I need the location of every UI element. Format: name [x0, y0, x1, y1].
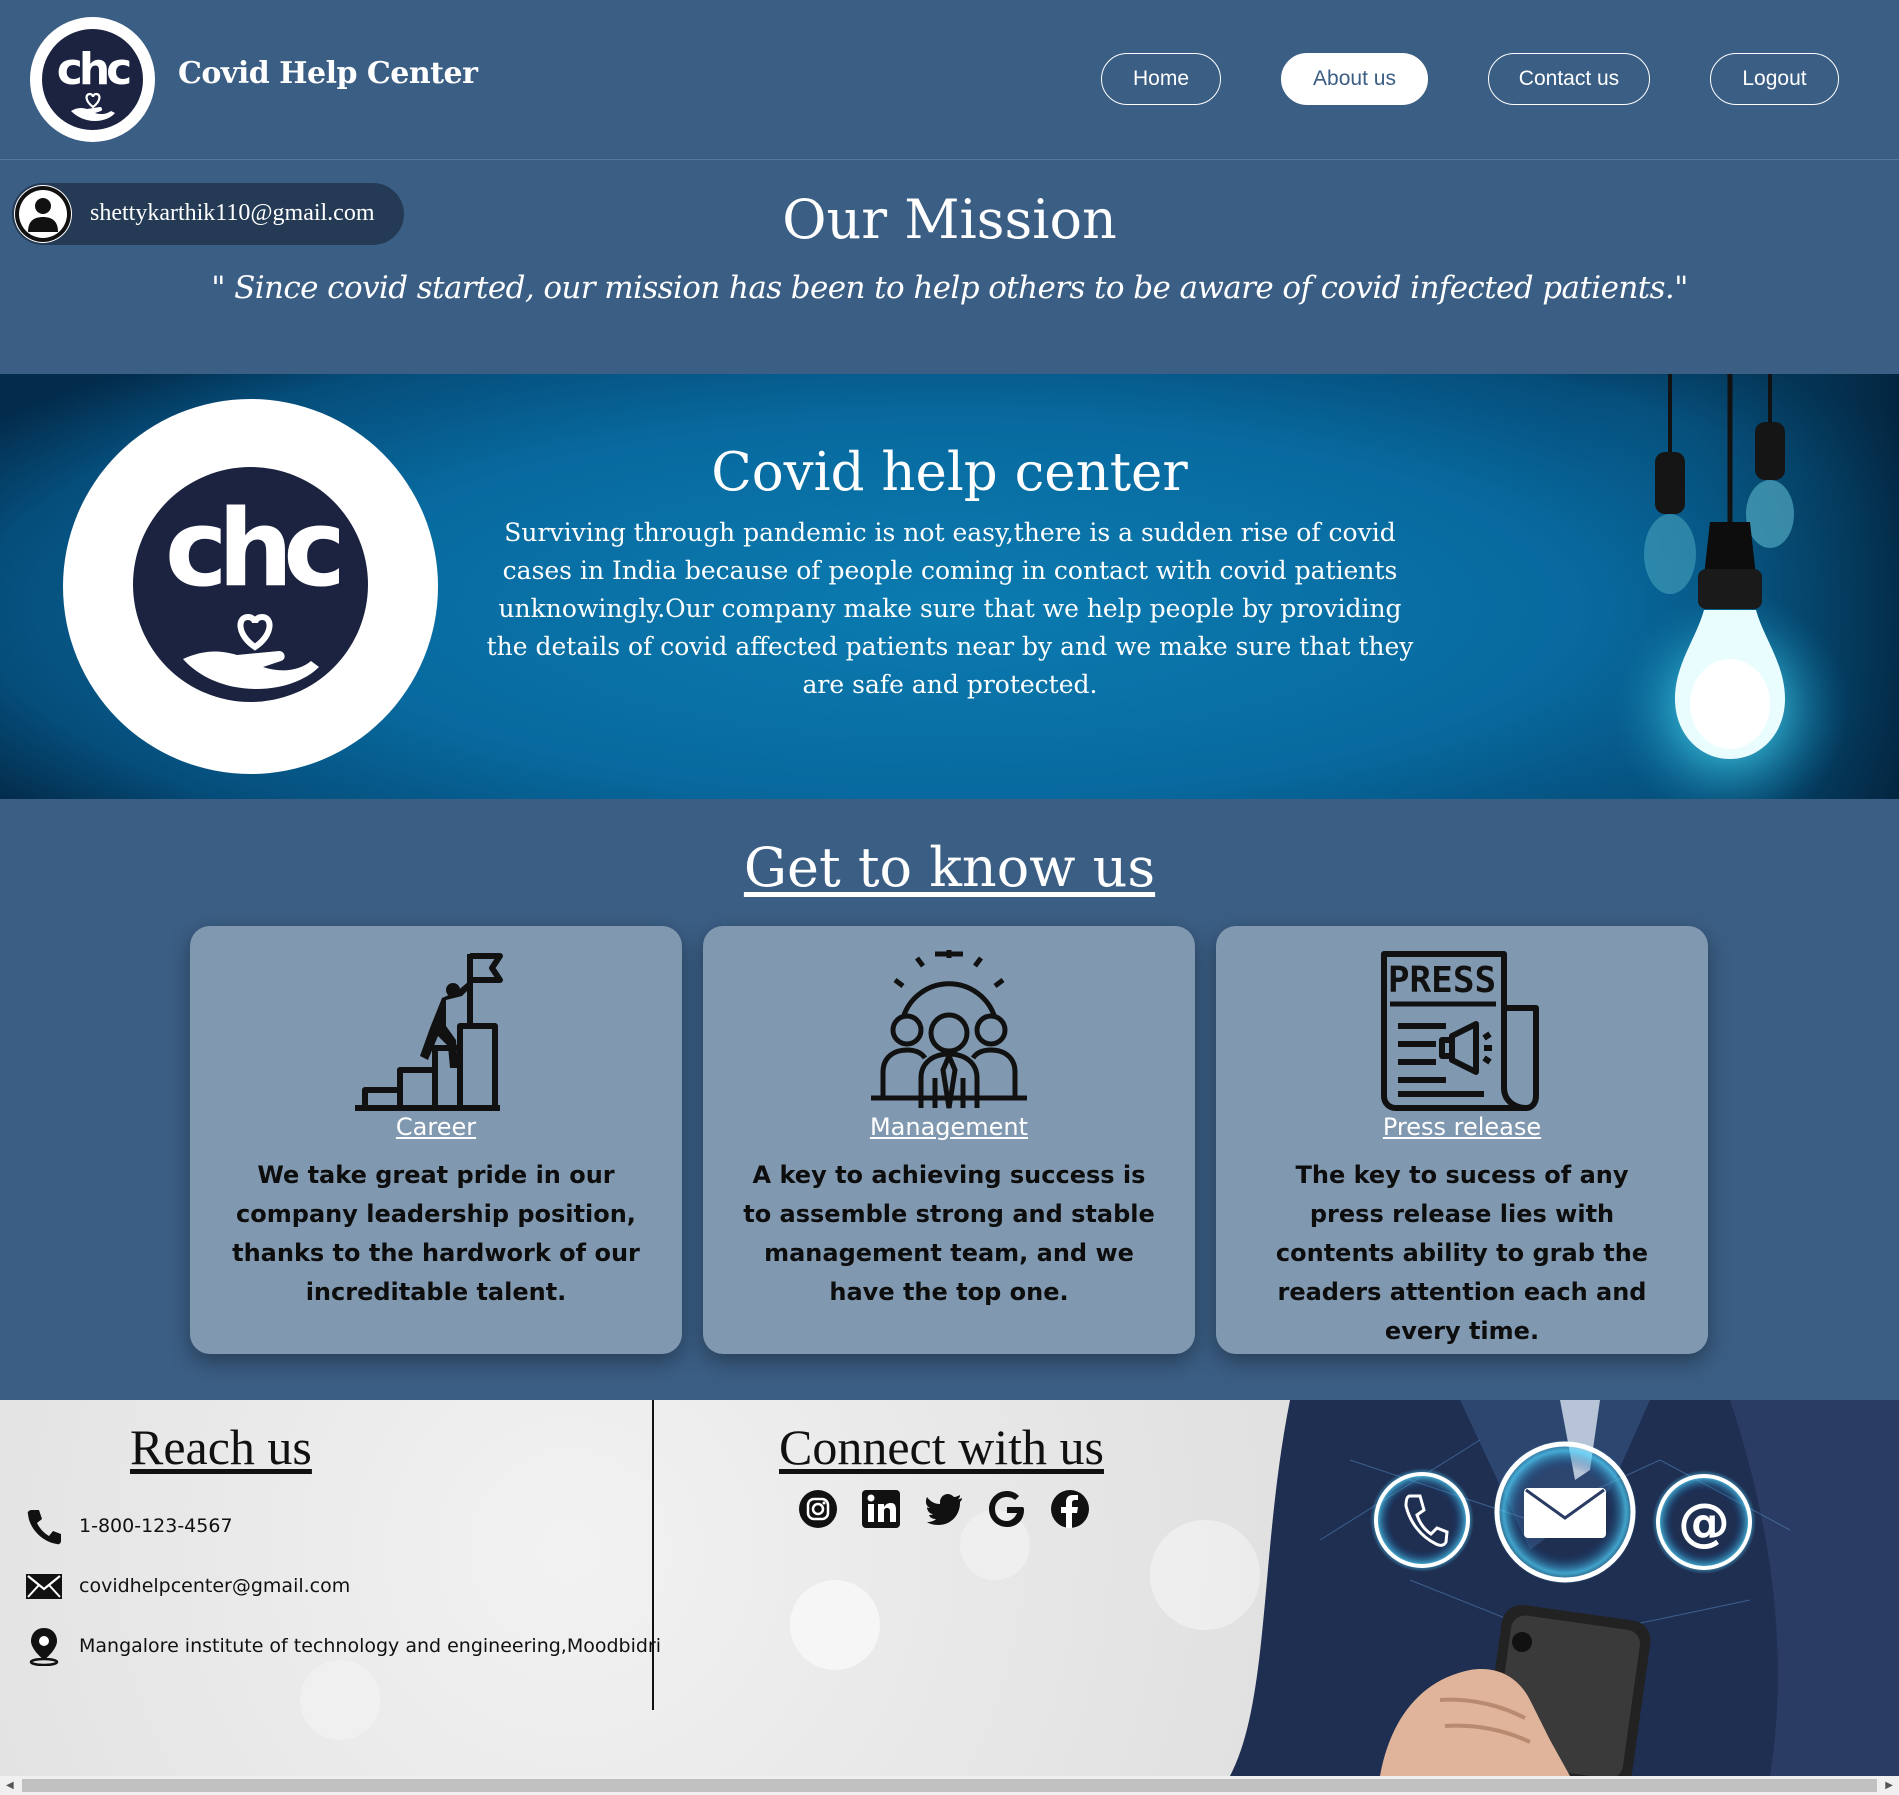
logo-text: chc: [56, 44, 133, 95]
nav-contact-button[interactable]: Contact us: [1488, 53, 1650, 105]
management-card: Management A key to achieving success is…: [703, 926, 1195, 1354]
bokeh-decor: [300, 1660, 380, 1740]
mission-quote: " Since covid started, our mission has b…: [211, 270, 1688, 306]
career-link[interactable]: Career: [190, 1113, 682, 1141]
bokeh-decor: [790, 1580, 880, 1670]
nav-home-button[interactable]: Home: [1101, 53, 1221, 105]
about-banner: chc Covid help center Surviving through …: [0, 374, 1899, 799]
envelope-icon: [26, 1574, 62, 1599]
site-footer: Reach us 1-800-123-4567 covidhelpcenter@…: [0, 1400, 1899, 1776]
mission-title: Our Mission: [782, 188, 1117, 251]
location-pin-icon: [29, 1628, 59, 1666]
press-release-icon: PRESS: [1381, 951, 1539, 1111]
phone-row: 1-800-123-4567: [24, 1506, 233, 1546]
phone-icon: [27, 1510, 62, 1545]
heart-hand-icon: [183, 613, 319, 689]
know-us-title: Get to know us: [743, 836, 1156, 899]
svg-text:PRESS: PRESS: [1388, 960, 1496, 1001]
banner-logo-text: chc: [164, 487, 346, 610]
google-icon[interactable]: [986, 1488, 1028, 1530]
svg-text:@: @: [1678, 1493, 1730, 1553]
address-text: Mangalore institute of technology and en…: [79, 1635, 662, 1657]
nav-about-button[interactable]: About us: [1281, 53, 1428, 105]
management-text: A key to achieving success is to assembl…: [743, 1161, 1155, 1306]
phone-number[interactable]: 1-800-123-4567: [79, 1515, 233, 1537]
logo-badge: chc: [42, 29, 143, 130]
scroll-right-icon[interactable]: ▶: [1885, 1780, 1893, 1791]
horizontal-scrollbar[interactable]: ◀ ▶: [0, 1776, 1899, 1795]
email-row: covidhelpcenter@gmail.com: [24, 1566, 350, 1606]
brand-name: Covid Help Center: [178, 56, 478, 91]
nav-logout-button[interactable]: Logout: [1710, 53, 1839, 105]
twitter-icon[interactable]: [923, 1488, 965, 1530]
site-logo[interactable]: chc: [30, 17, 155, 142]
career-text: We take great pride in our company leade…: [232, 1161, 640, 1306]
management-team-icon: [871, 950, 1027, 1109]
press-card: PRESS Press release The key to sucess of…: [1216, 926, 1708, 1354]
light-bulbs-image: [1580, 374, 1899, 799]
career-card: Career We take great pride in our compan…: [190, 926, 682, 1354]
contact-person-image: @: [1230, 1400, 1899, 1776]
linkedin-icon[interactable]: [860, 1488, 902, 1530]
facebook-icon[interactable]: [1049, 1488, 1091, 1530]
scroll-left-icon[interactable]: ◀: [6, 1780, 14, 1791]
heart-hand-icon: [71, 92, 115, 121]
site-header: chc Covid Help Center Home About us Cont…: [0, 0, 1899, 160]
connect-title: Connect with us: [779, 1419, 1104, 1475]
email-address[interactable]: covidhelpcenter@gmail.com: [79, 1575, 350, 1597]
career-ladder-icon: [355, 953, 503, 1111]
reach-us-title: Reach us: [130, 1419, 312, 1475]
press-release-link[interactable]: Press release: [1216, 1113, 1708, 1141]
instagram-icon[interactable]: [797, 1488, 839, 1530]
address-row: Mangalore institute of technology and en…: [24, 1626, 661, 1666]
banner-text: Surviving through pandemic is not easy,t…: [486, 518, 1414, 699]
footer-divider: [652, 1400, 654, 1710]
management-link[interactable]: Management: [703, 1113, 1195, 1141]
scrollbar-thumb[interactable]: [22, 1779, 1877, 1792]
press-release-text: The key to sucess of any press release l…: [1275, 1161, 1649, 1345]
